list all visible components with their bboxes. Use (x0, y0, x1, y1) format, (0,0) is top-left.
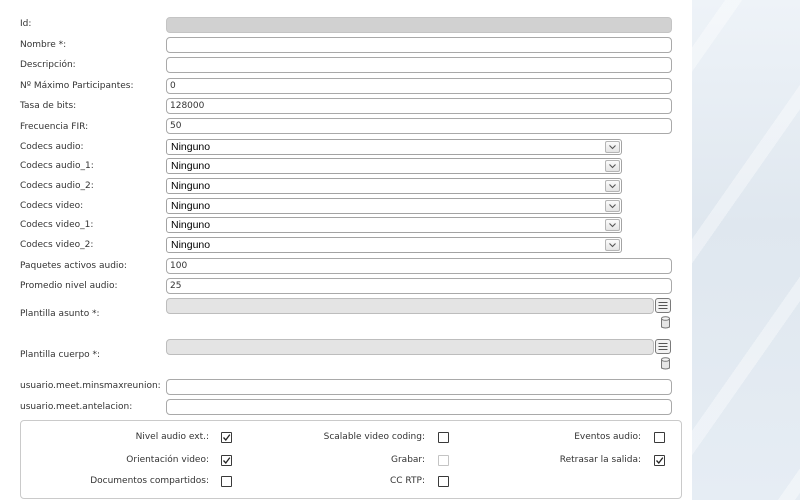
chevron-down-icon (609, 223, 616, 228)
codecs-audio-1-select[interactable]: Ninguno (166, 158, 622, 174)
codecs-video-label: Codecs video: (20, 201, 84, 211)
cc-rtp-label: CC RTP: (390, 476, 425, 486)
codecs-audio-select[interactable]: Ninguno (166, 139, 622, 155)
grabar-checkbox (438, 455, 449, 466)
promedio-nivel-audio-field[interactable] (166, 278, 672, 294)
scalable-video-coding-label: Scalable video coding: (323, 432, 425, 442)
scalable-video-coding-checkbox[interactable] (438, 432, 449, 443)
codecs-audio-2-label: Codecs audio_2: (20, 181, 94, 191)
codecs-video-2-selected-value: Ninguno (171, 239, 211, 251)
codecs-video-dropdown-button[interactable] (605, 200, 620, 212)
codecs-video-selected-value: Ninguno (171, 200, 211, 212)
codecs-audio-2-selected-value: Ninguno (171, 180, 211, 192)
check-icon (223, 434, 231, 442)
descripcion-field[interactable] (166, 57, 672, 73)
documentos-compartidos-checkbox[interactable] (221, 476, 232, 487)
codecs-video-1-label: Codecs video_1: (20, 220, 94, 230)
codecs-audio-1-label: Codecs audio_1: (20, 161, 94, 171)
antelacion-field[interactable] (166, 399, 672, 415)
codecs-audio-dropdown-button[interactable] (605, 141, 620, 153)
check-icon (223, 457, 231, 465)
chevron-down-icon (609, 164, 616, 169)
frecuencia-fir-field[interactable] (166, 118, 672, 134)
codecs-video-2-dropdown-button[interactable] (605, 239, 620, 251)
nombre-label: Nombre *: (20, 40, 67, 50)
orientacion-video-label: Orientación video: (126, 455, 209, 465)
minsmaxreunion-label: usuario.meet.minsmaxreunion: (20, 381, 161, 391)
retrasar-salida-checkbox[interactable] (654, 455, 665, 466)
max-participantes-field[interactable] (166, 78, 672, 94)
antelacion-label: usuario.meet.antelacion: (20, 402, 133, 412)
codecs-video-1-selected-value: Ninguno (171, 219, 211, 231)
chevron-down-icon (609, 204, 616, 209)
codecs-video-select[interactable]: Ninguno (166, 198, 622, 214)
orientacion-video-checkbox[interactable] (221, 455, 232, 466)
codecs-audio-1-dropdown-button[interactable] (605, 160, 620, 172)
frecuencia-fir-label: Frecuencia FIR: (20, 122, 89, 132)
grabar-label: Grabar: (391, 455, 425, 465)
codecs-video-1-dropdown-button[interactable] (605, 219, 620, 231)
codecs-video-2-label: Codecs video_2: (20, 240, 94, 250)
codecs-audio-1-selected-value: Ninguno (171, 160, 211, 172)
id-field (166, 17, 672, 33)
tasa-bits-field[interactable] (166, 98, 672, 114)
codecs-video-1-select[interactable]: Ninguno (166, 217, 622, 233)
trash-icon[interactable] (660, 357, 671, 370)
list-icon[interactable] (655, 339, 671, 354)
chevron-down-icon (609, 145, 616, 150)
documentos-compartidos-label: Documentos compartidos: (90, 476, 209, 486)
descripcion-label: Descripción: (20, 60, 76, 70)
retrasar-salida-label: Retrasar la salida: (559, 455, 641, 465)
minsmaxreunion-field[interactable] (166, 379, 672, 395)
trash-icon[interactable] (660, 316, 671, 329)
meeting-settings-form: Id: Nombre *: Descripción: Nº Máximo Par… (0, 0, 692, 500)
id-label: Id: (20, 19, 32, 29)
plantilla-cuerpo-label: Plantilla cuerpo *: (20, 350, 101, 360)
plantilla-asunto-label: Plantilla asunto *: (20, 309, 100, 319)
eventos-audio-checkbox[interactable] (654, 432, 665, 443)
codecs-video-2-select[interactable]: Ninguno (166, 237, 622, 253)
eventos-audio-label: Eventos audio: (574, 432, 641, 442)
codecs-audio-2-dropdown-button[interactable] (605, 180, 620, 192)
plantilla-asunto-field[interactable] (166, 298, 654, 314)
codecs-audio-label: Codecs audio: (20, 142, 84, 152)
check-icon (656, 457, 664, 465)
cc-rtp-checkbox[interactable] (438, 476, 449, 487)
paquetes-activos-audio-field[interactable] (166, 258, 672, 274)
options-fieldset: Nivel audio ext.: Scalable video coding:… (20, 420, 682, 499)
nivel-audio-ext-checkbox[interactable] (221, 432, 232, 443)
max-participantes-label: Nº Máximo Participantes: (20, 81, 134, 91)
list-icon[interactable] (655, 298, 671, 313)
paquetes-activos-audio-label: Paquetes activos audio: (20, 261, 127, 271)
tasa-bits-label: Tasa de bits: (20, 101, 77, 111)
codecs-audio-2-select[interactable]: Ninguno (166, 178, 622, 194)
plantilla-cuerpo-field[interactable] (166, 339, 654, 355)
codecs-audio-selected-value: Ninguno (171, 141, 211, 153)
chevron-down-icon (609, 184, 616, 189)
nombre-field[interactable] (166, 37, 672, 53)
nivel-audio-ext-label: Nivel audio ext.: (135, 432, 209, 442)
promedio-nivel-audio-label: Promedio nivel audio: (20, 281, 118, 291)
chevron-down-icon (609, 243, 616, 248)
